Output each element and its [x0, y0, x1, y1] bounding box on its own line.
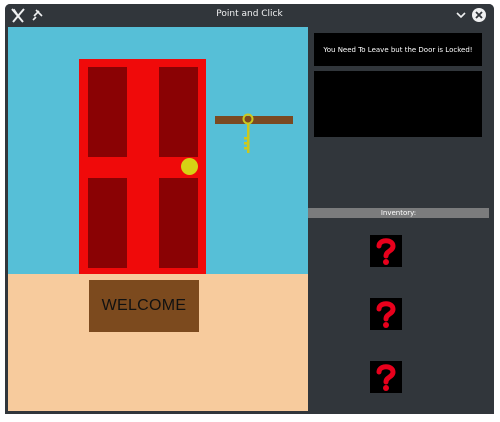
game-scene[interactable]: WELCOME — [8, 27, 308, 411]
inventory-header: Inventory: — [308, 208, 489, 218]
locked-door[interactable] — [79, 59, 206, 274]
message-box: You Need To Leave but the Door is Locked… — [314, 33, 482, 66]
question-mark-icon — [376, 364, 396, 391]
close-icon[interactable] — [471, 7, 487, 23]
inventory-slot-1[interactable] — [370, 235, 402, 267]
question-mark-icon — [376, 301, 396, 328]
door-panel — [88, 178, 127, 268]
question-mark-icon — [376, 238, 396, 265]
door-knob[interactable] — [181, 158, 198, 175]
inventory-slot-3[interactable] — [370, 361, 402, 393]
inventory-slot-2[interactable] — [370, 298, 402, 330]
title-bar: Point and Click — [5, 4, 494, 27]
app-window: Point and Click WELCOME You Need To Leav… — [5, 4, 494, 414]
door-panel — [159, 67, 198, 157]
side-panel: You Need To Leave but the Door is Locked… — [308, 27, 494, 411]
key-icon[interactable] — [241, 113, 255, 157]
door-panel — [159, 178, 198, 268]
window-title: Point and Click — [216, 9, 283, 19]
secondary-message-box — [314, 71, 482, 137]
minimize-chevron-down-icon[interactable] — [453, 7, 469, 23]
welcome-mat[interactable]: WELCOME — [89, 280, 199, 332]
door-panel — [88, 67, 127, 157]
